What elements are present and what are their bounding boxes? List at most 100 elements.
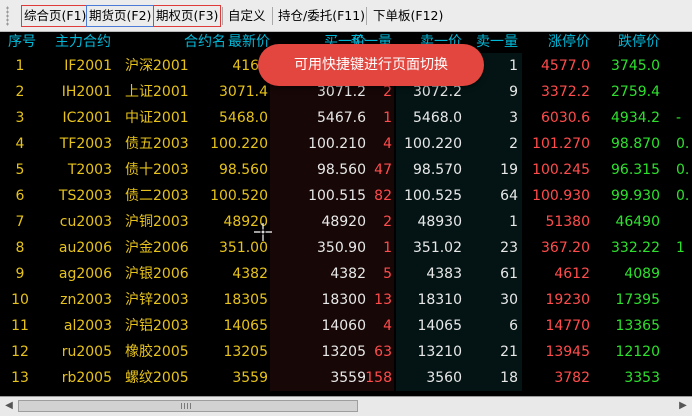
- row-contract-code: TS2003: [58, 188, 112, 204]
- row-index: 7: [15, 214, 25, 230]
- row-overflow-value: [676, 287, 692, 313]
- row-overflow-value: [676, 339, 692, 365]
- table-row[interactable]: 13 rb2005 螺纹2005 3559 3559 158 3560 18 3782 3353: [0, 365, 692, 391]
- row-limit-down: 17395: [615, 292, 660, 308]
- row-limit-down: 3745.0: [611, 58, 660, 74]
- table-row[interactable]: 6 TS2003 债二2003 100.520 100.515 82 100.525 64 10…: [0, 183, 692, 209]
- row-overflow-value: 1: [676, 240, 685, 256]
- tab-order-panel[interactable]: 下单板(F12): [373, 5, 443, 27]
- row-ask-price: 14065: [417, 318, 462, 334]
- toolbar-grip-handle[interactable]: [6, 6, 9, 26]
- row-bid-volume: 4: [383, 318, 392, 334]
- tab-order-panel-label: 下单板(F12): [373, 8, 444, 23]
- row-limit-up: 4612: [554, 266, 590, 282]
- tab-positions-orders[interactable]: 持仓/委托(F11): [278, 5, 365, 27]
- row-index: 10: [11, 292, 29, 308]
- row-last-price: 3071.4: [219, 84, 268, 100]
- row-last-price: 98.560: [219, 162, 268, 178]
- row-ask-volume: 23: [500, 240, 518, 256]
- tab-futures[interactable]: 期货页(F2): [86, 5, 155, 27]
- tab-options-label: 期权页(F3): [156, 8, 219, 23]
- row-ask-price: 3560: [426, 370, 462, 386]
- row-ask-volume: 18: [500, 370, 518, 386]
- row-last-price: 13205: [223, 344, 268, 360]
- tab-positions-orders-label: 持仓/委托(F11): [278, 8, 366, 23]
- table-row[interactable]: 7 cu2003 沪铜2003 48920 48920 2 48930 1 51380 46490: [0, 209, 692, 235]
- row-ask-volume: 19: [500, 162, 518, 178]
- row-limit-down: 12120: [615, 344, 660, 360]
- row-contract-name: 债二2003: [125, 188, 189, 204]
- col-header-last[interactable]: 最新价: [210, 32, 270, 53]
- col-header-limit-up[interactable]: 涨停价: [520, 32, 590, 53]
- tab-futures-label: 期货页(F2): [89, 8, 152, 23]
- row-bid-volume: 5: [383, 266, 392, 282]
- table-row[interactable]: 3 IC2001 中证2001 5468.0 5467.6 1 5468.0 3 6030.6 4…: [0, 105, 692, 131]
- col-header-contract[interactable]: 主力合约: [55, 32, 111, 53]
- row-ask-price: 18310: [417, 292, 462, 308]
- row-contract-name: 上证2001: [125, 84, 189, 100]
- row-overflow-value: [676, 53, 692, 79]
- row-overflow-value: 0.: [676, 188, 690, 204]
- row-index: 5: [15, 162, 25, 178]
- row-index: 13: [11, 370, 29, 386]
- scroll-left-arrow-icon[interactable]: ◀: [2, 399, 16, 413]
- row-ask-price: 4383: [426, 266, 462, 282]
- row-ask-price: 98.570: [413, 162, 462, 178]
- scroll-right-arrow-icon[interactable]: ▶: [676, 399, 690, 413]
- row-overflow-value: 0.: [676, 136, 690, 152]
- row-limit-up: 367.20: [541, 240, 590, 256]
- quote-table-body: 1 IF2001 沪深2001 4 1 6 5 1 4577.0 3745.0 2 IH2001 上证2…: [0, 53, 692, 391]
- tab-overview-label: 综合页(F1): [24, 8, 87, 23]
- col-header-index[interactable]: 序号: [8, 32, 36, 53]
- row-limit-up: 100.245: [532, 162, 590, 178]
- row-contract-code: al2003: [63, 318, 112, 334]
- table-row[interactable]: 4 TF2003 债五2003 100.220 100.210 4 100.220 2 101.…: [0, 131, 692, 157]
- row-bid-volume: 158: [365, 370, 392, 386]
- tab-custom[interactable]: 自定义: [228, 5, 266, 27]
- row-ask-volume: 2: [509, 136, 518, 152]
- row-overflow-value: [676, 365, 692, 391]
- horizontal-scrollbar[interactable]: ◀ ▶: [0, 396, 692, 416]
- row-limit-down: 46490: [615, 214, 660, 230]
- row-ask-volume: 61: [500, 266, 518, 282]
- row-limit-up: 14770: [545, 318, 590, 334]
- row-limit-up: 3372.2: [541, 84, 590, 100]
- row-limit-down: 4934.2: [611, 110, 660, 126]
- row-last-price: 4382: [232, 266, 268, 282]
- page-tab-bar: 综合页(F1) 期货页(F2) 期权页(F3) 自定义 持仓/委托(F11) 下…: [0, 0, 692, 32]
- table-row[interactable]: 8 au2006 沪金2006 351.00 350.90 1 351.02 23 367.20…: [0, 235, 692, 261]
- row-contract-name: 沪铜2003: [125, 214, 189, 230]
- row-ask-price: 5468.0: [413, 110, 462, 126]
- tab-separator: [222, 7, 223, 25]
- row-ask-price: 13210: [417, 344, 462, 360]
- row-ask-price: 351.02: [413, 240, 462, 256]
- row-contract-name: 沪深2001: [125, 58, 189, 74]
- row-index: 8: [15, 240, 25, 256]
- row-contract-code: IF2001: [64, 58, 112, 74]
- row-ask-volume: 1: [509, 214, 518, 230]
- col-header-limit-down[interactable]: 跌停价: [590, 32, 660, 53]
- row-index: 11: [11, 318, 29, 334]
- row-bid-volume: 13: [374, 292, 392, 308]
- tab-overview[interactable]: 综合页(F1): [21, 5, 90, 27]
- shortcut-hint-toast: 可用快捷键进行页面切换: [258, 44, 484, 86]
- table-row[interactable]: 12 ru2005 橡胶2005 13205 13205 63 13210 21 13945 12…: [0, 339, 692, 365]
- row-contract-name: 沪银2006: [125, 266, 189, 282]
- tab-separator: [272, 7, 273, 25]
- row-ask-price: 48930: [417, 214, 462, 230]
- table-row[interactable]: 11 al2003 沪铝2003 14065 14060 4 14065 6 14770 1336…: [0, 313, 692, 339]
- table-row[interactable]: 10 zn2003 沪锌2003 18305 18300 13 18310 30 19230 17…: [0, 287, 692, 313]
- row-overflow-value: [676, 313, 692, 339]
- scrollbar-thumb[interactable]: [18, 400, 358, 412]
- tab-options[interactable]: 期权页(F3): [153, 5, 222, 27]
- row-bid-volume: 1: [383, 240, 392, 256]
- row-contract-name: 沪金2006: [125, 240, 189, 256]
- row-limit-up: 13945: [545, 344, 590, 360]
- row-overflow-value: [676, 209, 692, 235]
- row-limit-down: 332.22: [611, 240, 660, 256]
- row-contract-name: 中证2001: [125, 110, 189, 126]
- table-row[interactable]: 5 T2003 债十2003 98.560 98.560 47 98.570 19 100.24…: [0, 157, 692, 183]
- row-contract-code: TF2003: [59, 136, 112, 152]
- table-row[interactable]: 9 ag2006 沪银2006 4382 4382 5 4383 61 4612 4089: [0, 261, 692, 287]
- row-ask-price: 100.525: [404, 188, 462, 204]
